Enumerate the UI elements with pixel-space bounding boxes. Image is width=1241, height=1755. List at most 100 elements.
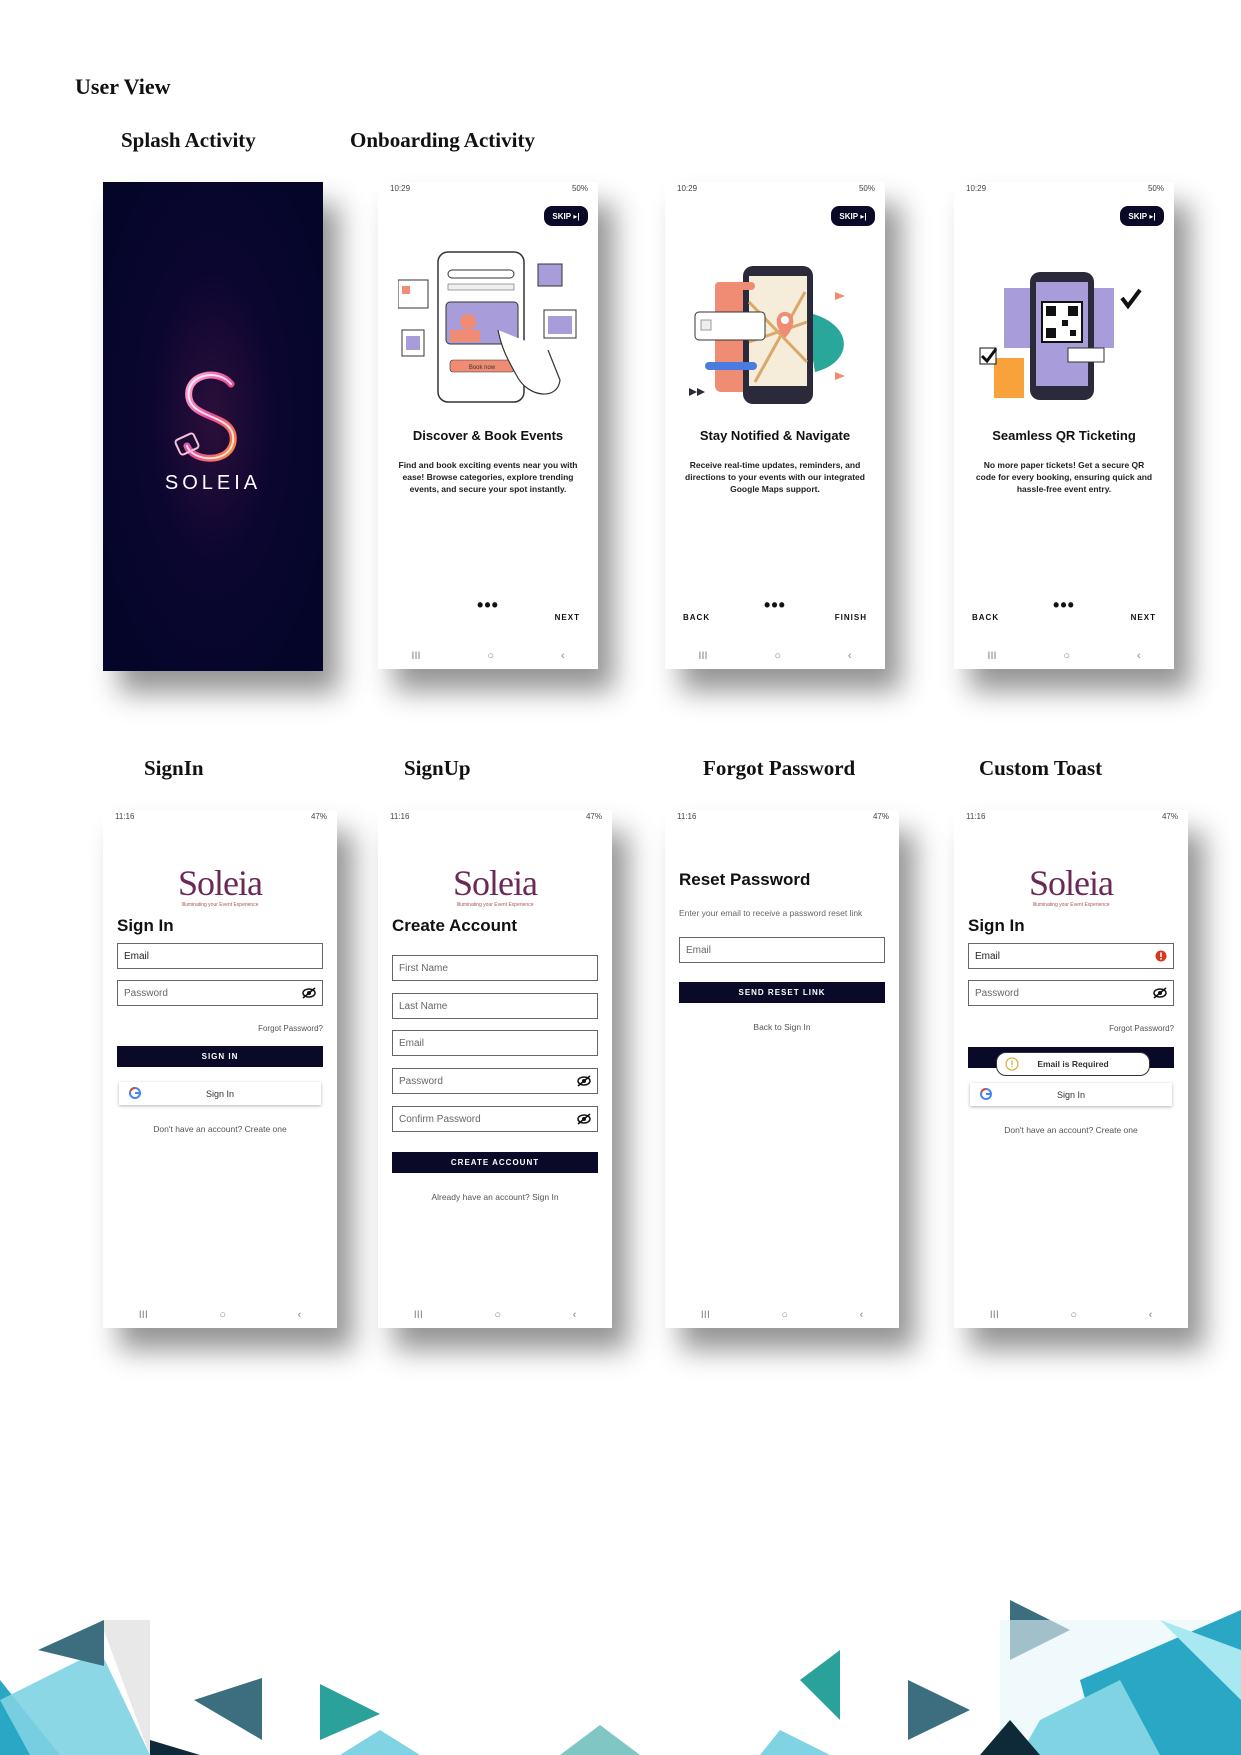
back-icon[interactable]: ‹ <box>1149 1309 1153 1321</box>
home-icon[interactable]: ○ <box>774 650 781 662</box>
error-icon <box>1155 950 1167 962</box>
recents-icon[interactable]: III <box>987 650 996 662</box>
onboarding-screen-1: 10:29 50% SKIP ▸| Book now Discover & Boo… <box>378 182 598 669</box>
recents-icon[interactable]: III <box>698 650 707 662</box>
back-icon[interactable]: ‹ <box>860 1309 864 1321</box>
forgot-password-link[interactable]: Forgot Password? <box>258 1024 323 1033</box>
skip-button[interactable]: SKIP ▸| <box>544 206 588 226</box>
back-icon[interactable]: ‹ <box>561 650 565 662</box>
recents-icon[interactable]: III <box>990 1309 999 1321</box>
soleia-logo: Soleia <box>1029 863 1114 903</box>
status-bar: 10:29 50% <box>966 184 1164 193</box>
password-field[interactable]: Password <box>117 980 323 1006</box>
home-icon[interactable]: ○ <box>1063 650 1070 662</box>
status-bar: 11:16 47% <box>966 812 1178 821</box>
google-signin-button[interactable]: Sign In <box>970 1083 1172 1106</box>
password-field[interactable]: Password <box>968 980 1174 1006</box>
logo-tagline: Illuminating your Event Experience <box>456 902 534 908</box>
eye-off-icon[interactable] <box>302 987 316 999</box>
home-icon[interactable]: ○ <box>219 1309 226 1321</box>
android-nav-bar: III ○ ‹ <box>954 649 1174 663</box>
home-icon[interactable]: ○ <box>487 650 494 662</box>
recents-icon[interactable]: III <box>414 1309 423 1321</box>
page-indicator: ••• <box>477 595 499 615</box>
create-account-link[interactable]: Don't have an account? Create one <box>103 1124 337 1134</box>
android-nav-bar: III ○ ‹ <box>954 1308 1188 1322</box>
screen-heading: Sign In <box>117 916 174 935</box>
logo-tagline: Illuminating your Event Experience <box>181 902 259 908</box>
splash-brand: SOLEIA <box>164 472 262 494</box>
email-field[interactable]: Email <box>679 937 885 963</box>
label-toast: Custom Toast <box>979 756 1103 780</box>
screen-heading: Sign In <box>968 916 1025 935</box>
back-icon[interactable]: ‹ <box>298 1309 302 1321</box>
onboarding-title: Seamless QR Ticketing <box>992 428 1136 443</box>
status-bar: 10:29 50% <box>390 184 588 193</box>
onboarding-title: Discover & Book Events <box>412 428 564 443</box>
onboarding-screen-3: 10:29 50% SKIP ▸| Seamless QR Ticketing N… <box>954 182 1174 669</box>
soleia-s-logo-icon <box>174 371 237 462</box>
android-nav-bar: III ○ ‹ <box>378 1308 612 1322</box>
create-account-link[interactable]: Don't have an account? Create one <box>954 1125 1188 1135</box>
page-indicator: ••• <box>1053 595 1075 615</box>
label-splash: Splash Activity <box>121 128 256 152</box>
last-name-field[interactable]: Last Name <box>392 993 598 1019</box>
label-signin: SignIn <box>144 756 204 780</box>
signin-button[interactable]: SIGN IN <box>117 1046 323 1067</box>
signin-link[interactable]: Already have an account? Sign In <box>378 1192 612 1202</box>
recents-icon[interactable]: III <box>139 1309 148 1321</box>
home-icon[interactable]: ○ <box>1070 1309 1077 1321</box>
eye-off-icon[interactable] <box>1153 987 1167 999</box>
splash-screen: SOLEIA <box>103 182 323 671</box>
onboarding-screen-2: 10:29 50% SKIP ▸| Stay Notified & Navigat… <box>665 182 885 669</box>
android-nav-bar: III ○ ‹ <box>378 649 598 663</box>
status-bar: 11:16 47% <box>390 812 602 821</box>
status-bar: 11:16 47% <box>115 812 327 821</box>
forgot-password-link[interactable]: Forgot Password? <box>1109 1024 1174 1033</box>
android-nav-bar: III ○ ‹ <box>103 1308 337 1322</box>
first-name-field[interactable]: First Name <box>392 955 598 981</box>
next-button[interactable]: NEXT <box>1131 613 1156 622</box>
email-field[interactable]: Email <box>392 1030 598 1056</box>
soleia-logo: Soleia <box>178 863 263 903</box>
confirm-password-field[interactable]: Confirm Password <box>392 1106 598 1132</box>
onboarding-title: Stay Notified & Navigate <box>699 428 851 443</box>
recents-icon[interactable]: III <box>701 1309 710 1321</box>
onboarding-description: Receive real-time updates, reminders, an… <box>685 460 865 494</box>
back-to-signin-link[interactable]: Back to Sign In <box>665 1022 899 1032</box>
create-account-button[interactable]: CREATE ACCOUNT <box>392 1152 598 1173</box>
google-icon <box>129 1087 141 1099</box>
home-icon[interactable]: ○ <box>494 1309 501 1321</box>
page-indicator: ••• <box>764 595 786 615</box>
skip-button[interactable]: SKIP ▸| <box>831 206 875 226</box>
android-nav-bar: III ○ ‹ <box>665 1308 899 1322</box>
skip-button[interactable]: SKIP ▸| <box>1120 206 1164 226</box>
password-field[interactable]: Password <box>392 1068 598 1094</box>
next-button[interactable]: NEXT <box>555 613 580 622</box>
recents-icon[interactable]: III <box>411 650 420 662</box>
google-icon <box>980 1088 992 1100</box>
label-forgot: Forgot Password <box>703 756 856 780</box>
send-reset-link-button[interactable]: SEND RESET LINK <box>679 982 885 1003</box>
label-signup: SignUp <box>404 756 471 780</box>
logo-tagline: Illuminating your Event Experience <box>1032 902 1110 908</box>
eye-off-icon[interactable] <box>577 1113 591 1125</box>
soleia-logo: Soleia <box>453 863 538 903</box>
back-icon[interactable]: ‹ <box>1137 650 1141 662</box>
email-field[interactable]: Email <box>117 943 323 969</box>
finish-button[interactable]: FINISH <box>835 613 867 622</box>
navigate-illustration-icon <box>689 266 845 404</box>
back-icon[interactable]: ‹ <box>848 650 852 662</box>
reset-hint: Enter your email to receive a password r… <box>679 908 863 918</box>
reset-password-screen: 11:16 47% Reset Password Enter your email… <box>665 810 899 1328</box>
back-icon[interactable]: ‹ <box>573 1309 577 1321</box>
label-onboarding: Onboarding Activity <box>350 128 535 152</box>
back-button[interactable]: BACK <box>683 613 710 622</box>
google-signin-button[interactable]: Sign In <box>119 1082 321 1105</box>
qr-illustration-icon <box>979 272 1142 400</box>
email-field[interactable]: Email <box>968 943 1174 969</box>
home-icon[interactable]: ○ <box>781 1309 788 1321</box>
status-bar: 11:16 47% <box>677 812 889 821</box>
eye-off-icon[interactable] <box>577 1075 591 1087</box>
back-button[interactable]: BACK <box>972 613 999 622</box>
